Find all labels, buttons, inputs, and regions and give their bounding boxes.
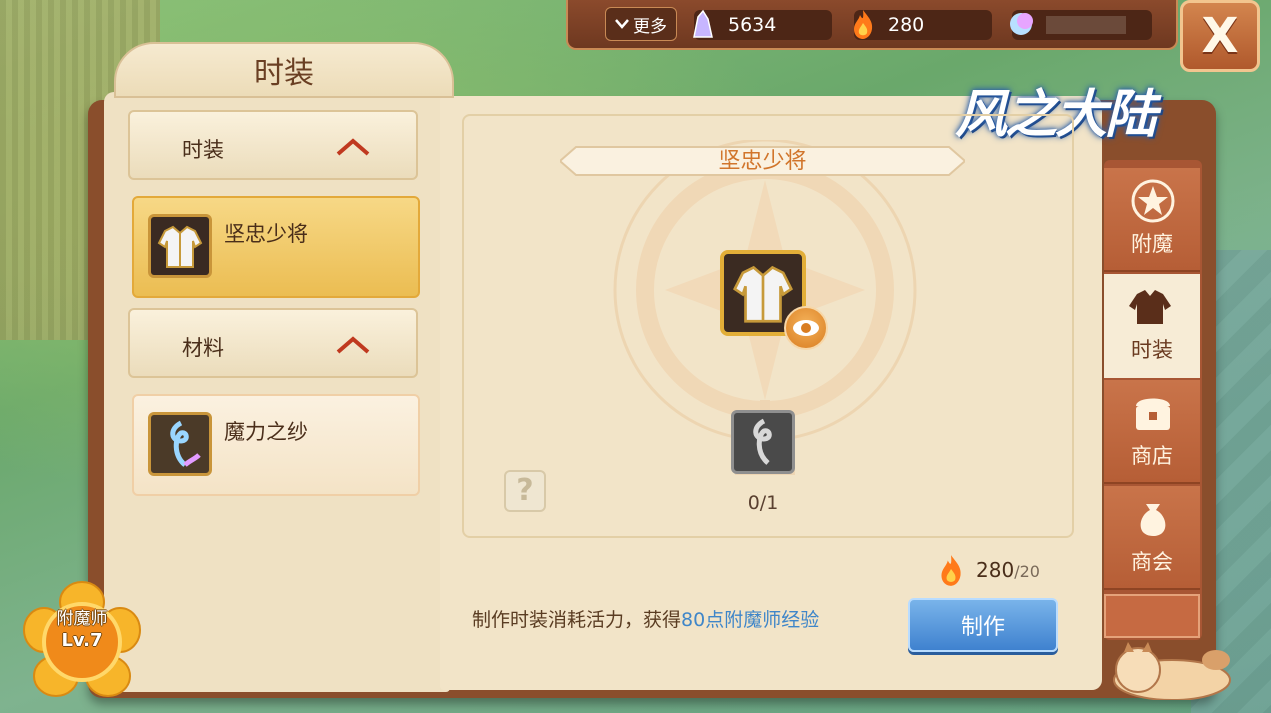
badge-title: 附魔师 (56, 609, 108, 629)
item-title: 坚忠少将 (718, 149, 807, 174)
category-label: 材料 (182, 336, 224, 360)
material-count: 0/1 (747, 492, 779, 514)
tab-guild[interactable]: 商会 (1104, 486, 1200, 590)
veil-icon (753, 418, 772, 465)
make-button[interactable]: 制作 (908, 598, 1058, 652)
jacket-icon (157, 225, 203, 268)
tab-shop[interactable]: 商店 (1104, 380, 1200, 484)
tab-label: 商店 (1131, 444, 1173, 468)
crystal-resource: 5634 (693, 9, 832, 40)
energy-cost: 280/20 (934, 552, 1040, 588)
chevron-down-icon (615, 19, 629, 29)
flame-icon (941, 555, 961, 586)
energy-required: /20 (1014, 562, 1040, 581)
material-slot[interactable] (731, 410, 795, 474)
help-button[interactable]: ? (504, 470, 546, 512)
craft-info: 制作时装消耗活力，获得80点附魔师经验 (472, 605, 819, 632)
star-emblem-icon (1131, 179, 1175, 223)
sleeping-pet-mascot (1113, 642, 1231, 700)
panel-title: 时装 (114, 42, 454, 98)
left-page (104, 92, 450, 692)
energy-resource: 280 (854, 10, 992, 40)
veil-icon (170, 420, 201, 467)
item-name: 魔力之纱 (224, 420, 308, 444)
moon-value (1046, 16, 1126, 34)
tab-bar-ornament (1104, 594, 1200, 638)
eye-icon (793, 320, 819, 336)
energy-have: 280 (976, 558, 1015, 582)
moon-shell-icon (1010, 13, 1033, 35)
fashion-thumbnail (148, 214, 212, 278)
more-label: 更多 (633, 16, 667, 37)
craft-info-reward: 80点附魔师经验 (681, 609, 820, 631)
flame-icon (854, 10, 873, 39)
tab-enchant[interactable]: 附魔 (1104, 168, 1200, 272)
category-label: 时装 (182, 138, 224, 162)
chevron-up-icon (336, 138, 370, 156)
treasure-chest-icon (1136, 398, 1170, 430)
crystal-icon (693, 9, 713, 38)
tab-label: 附魔 (1131, 232, 1173, 256)
close-button[interactable]: X (1180, 0, 1260, 72)
list-item-fashion-selected[interactable]: 坚忠少将 (132, 196, 420, 298)
category-header-fashion[interactable]: 时装 (128, 110, 418, 180)
tab-label: 时装 (1131, 338, 1173, 362)
list-item-material[interactable]: 魔力之纱 (132, 394, 420, 496)
money-bag-icon (1140, 504, 1166, 536)
tab-fashion[interactable]: 时装 (1104, 274, 1200, 378)
craft-info-prefix: 制作时装消耗活力，获得 (472, 609, 682, 631)
material-thumbnail (148, 412, 212, 476)
chevron-up-icon (336, 336, 370, 354)
badge-level: Lv.7 (61, 630, 103, 651)
moon-resource (1010, 10, 1152, 40)
category-header-material[interactable]: 材料 (128, 308, 418, 378)
more-button[interactable]: 更多 (605, 7, 677, 41)
preview-button[interactable] (784, 306, 828, 350)
tab-label: 商会 (1131, 550, 1173, 574)
jacket-icon (1129, 290, 1171, 324)
item-name: 坚忠少将 (224, 222, 308, 246)
